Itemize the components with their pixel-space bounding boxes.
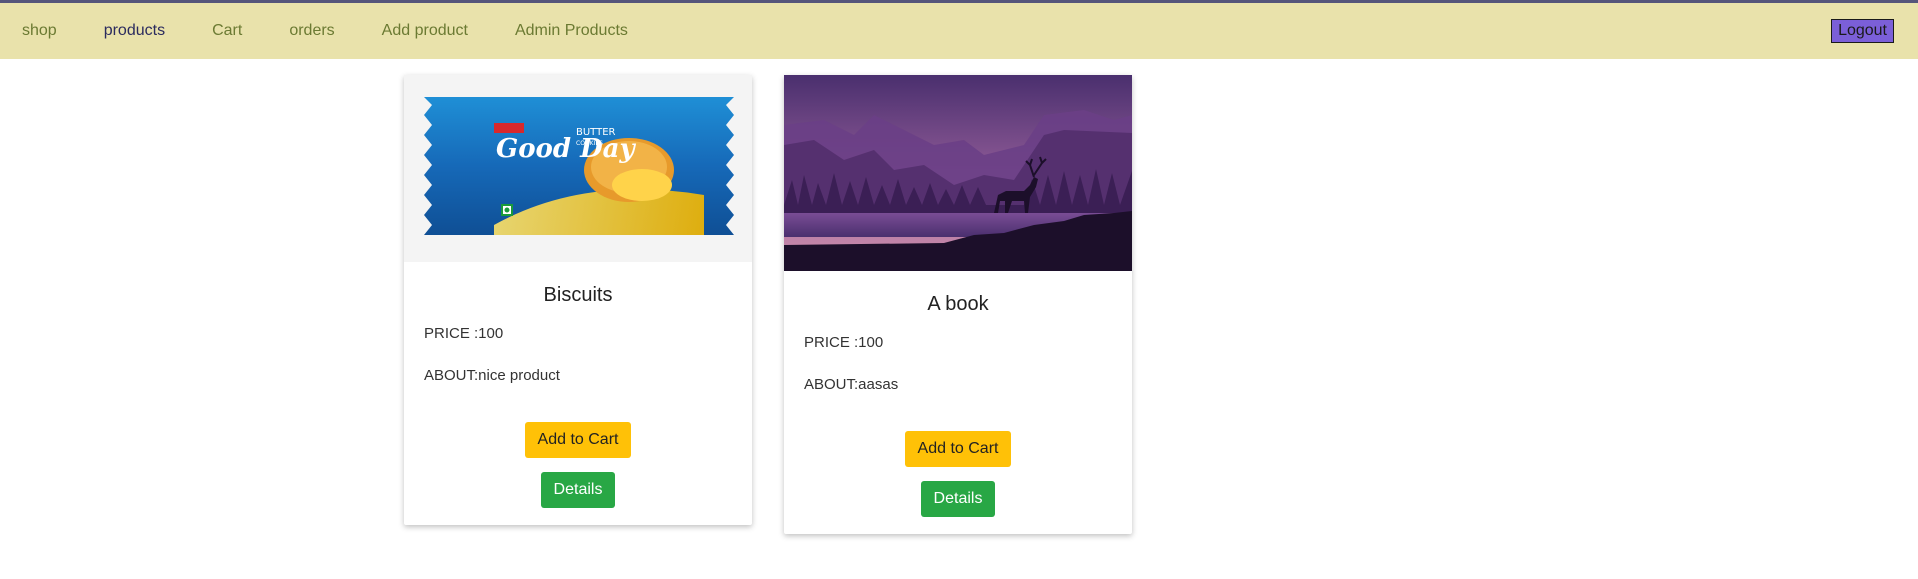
- product-price: PRICE :100: [424, 325, 504, 342]
- nav-link-orders[interactable]: orders: [289, 22, 334, 40]
- product-image: Good Day BUTTER COOKIES: [404, 75, 752, 262]
- add-to-cart-button[interactable]: Add to Cart: [524, 422, 632, 458]
- product-card: A book PRICE :100 ABOUT:aasas Add to Car…: [784, 75, 1132, 534]
- product-title: Biscuits: [543, 284, 613, 306]
- nav-link-add-product[interactable]: Add product: [382, 22, 468, 40]
- add-to-cart-button[interactable]: Add to Cart: [904, 431, 1012, 467]
- deer-landscape-image: [784, 75, 1132, 271]
- navbar: shop products Cart orders Add product Ad…: [0, 3, 1918, 59]
- details-button[interactable]: Details: [920, 481, 996, 517]
- nav-link-products[interactable]: products: [104, 22, 165, 40]
- product-about: ABOUT:aasas: [804, 376, 899, 393]
- nav-link-cart[interactable]: Cart: [212, 22, 242, 40]
- logout-button[interactable]: Logout: [1831, 19, 1894, 43]
- product-image: [784, 75, 1132, 271]
- svg-text:BUTTER: BUTTER: [576, 127, 616, 138]
- svg-text:COOKIES: COOKIES: [576, 140, 603, 147]
- product-card: Good Day BUTTER COOKIES Biscuits PRICE :…: [404, 75, 752, 525]
- product-title: A book: [927, 293, 989, 315]
- biscuit-pack-image: Good Day BUTTER COOKIES: [404, 75, 752, 262]
- product-about: ABOUT:nice product: [424, 367, 560, 384]
- product-price: PRICE :100: [804, 334, 884, 351]
- nav-link-shop[interactable]: shop: [22, 22, 57, 40]
- nav-link-admin-products[interactable]: Admin Products: [515, 22, 628, 40]
- brand-logo-text: Good Day: [496, 134, 637, 164]
- details-button[interactable]: Details: [540, 472, 616, 508]
